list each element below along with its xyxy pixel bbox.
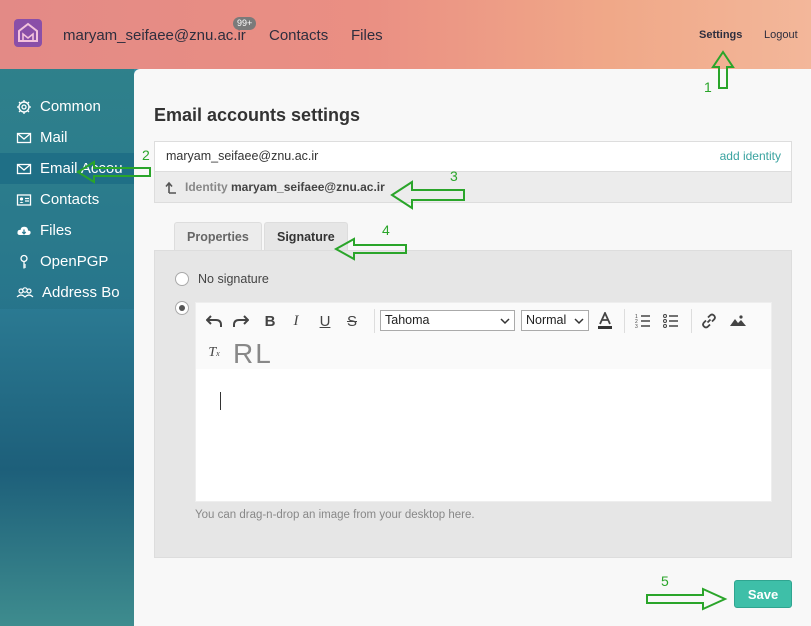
bullet-list-icon[interactable] [661,311,681,331]
svg-text:3: 3 [635,324,638,329]
house-envelope-icon[interactable] [14,19,42,47]
font-size-value: Normal [526,313,567,327]
annotation-arrow-4 [333,237,407,261]
logout-link[interactable]: Logout [764,29,798,41]
annotation-arrow-2 [76,160,151,184]
italic-icon[interactable]: I [286,311,306,331]
annotation-arrow-5 [646,587,728,611]
undo-icon[interactable] [204,311,224,331]
top-header: maryam_seifaee@znu.ac.ir 99+ Contacts Fi… [0,0,811,69]
sidebar-item-label: Common [40,98,101,115]
annotation-number-5: 5 [661,573,669,589]
annotation-number-4: 4 [382,222,390,238]
settings-sidebar: Common Mail Email Accou Contacts Files O… [0,69,134,309]
sidebar-item-label: Mail [40,129,68,146]
annotation-arrow-3 [390,180,465,210]
text-cursor [220,392,221,410]
tab-properties[interactable]: Properties [174,222,262,250]
drag-drop-hint: You can drag-n-drop an image from your d… [195,509,475,521]
rl-text: RL [233,338,273,369]
envelope-icon [16,132,32,143]
annotation-number-2: 2 [142,147,150,163]
toolbar-separator [691,309,692,333]
page-title: Email accounts settings [154,105,361,125]
link-icon[interactable] [699,311,719,331]
redo-icon[interactable] [231,311,251,331]
identity-row[interactable]: Identity maryam_seifaee@znu.ac.ir [155,171,791,202]
bold-icon[interactable]: B [260,311,280,331]
main-panel: Email accounts settings maryam_seifaee@z… [134,69,811,626]
user-email-link[interactable]: maryam_seifaee@znu.ac.ir [63,27,246,44]
sidebar-item-address-book[interactable]: Address Bo [0,277,134,308]
sidebar-item-openpgp[interactable]: OpenPGP [0,246,134,277]
sidebar-item-label: Contacts [40,191,100,208]
toolbar-separator [374,309,375,333]
group-icon [16,286,34,298]
clear-format-icon[interactable]: Tx [204,343,224,363]
add-identity-link[interactable]: add identity [720,149,781,163]
unread-badge: 99+ [233,17,257,30]
settings-link[interactable]: Settings [699,29,742,41]
key-icon [20,254,28,268]
no-signature-label: No signature [198,272,269,286]
editor-toolbar: B I U S Tahoma Normal 123 T x RL [196,303,771,369]
cloud-download-icon [17,226,31,235]
sidebar-item-files[interactable]: Files [0,215,134,246]
toolbar-separator [624,309,625,333]
font-family-select[interactable]: Tahoma [380,310,515,331]
sidebar-item-contacts[interactable]: Contacts [0,184,134,215]
numbered-list-icon[interactable]: 123 [633,311,653,331]
font-size-select[interactable]: Normal [521,310,589,331]
no-signature-radio[interactable] [175,272,189,286]
font-family-value: Tahoma [385,313,430,327]
envelope-icon [16,163,32,174]
contact-card-icon [16,193,32,206]
underline-icon[interactable]: U [315,311,335,331]
account-box: maryam_seifaee@znu.ac.ir add identity Id… [154,141,792,203]
files-link[interactable]: Files [351,27,383,44]
image-icon[interactable] [728,311,748,331]
gear-icon [17,99,31,114]
chevron-down-icon [500,318,510,325]
account-email[interactable]: maryam_seifaee@znu.ac.ir [166,149,318,163]
contacts-link[interactable]: Contacts [269,27,328,44]
text-color-icon[interactable] [595,311,615,331]
sidebar-item-label: Address Bo [42,284,120,301]
sidebar-item-common[interactable]: Common [0,91,134,122]
strikethrough-icon[interactable]: S [342,311,362,331]
signature-editor[interactable]: B I U S Tahoma Normal 123 T x RL [195,302,772,502]
annotation-arrow-1 [711,50,735,89]
signature-tab-content: No signature B I U S Tahoma Normal 1 2 3… [154,250,792,558]
custom-signature-radio[interactable] [175,301,189,315]
save-button[interactable]: Save [734,580,792,608]
sidebar-item-mail[interactable]: Mail [0,122,134,153]
sidebar-item-label: Files [40,222,72,239]
identity-prefix: Identity [185,180,228,194]
identity-name: maryam_seifaee@znu.ac.ir [231,180,385,194]
annotation-number-3: 3 [450,168,458,184]
chevron-down-icon [574,318,584,325]
annotation-number-1: 1 [704,79,712,95]
corner-arrow-icon [165,181,176,194]
sidebar-item-label: OpenPGP [40,253,109,270]
